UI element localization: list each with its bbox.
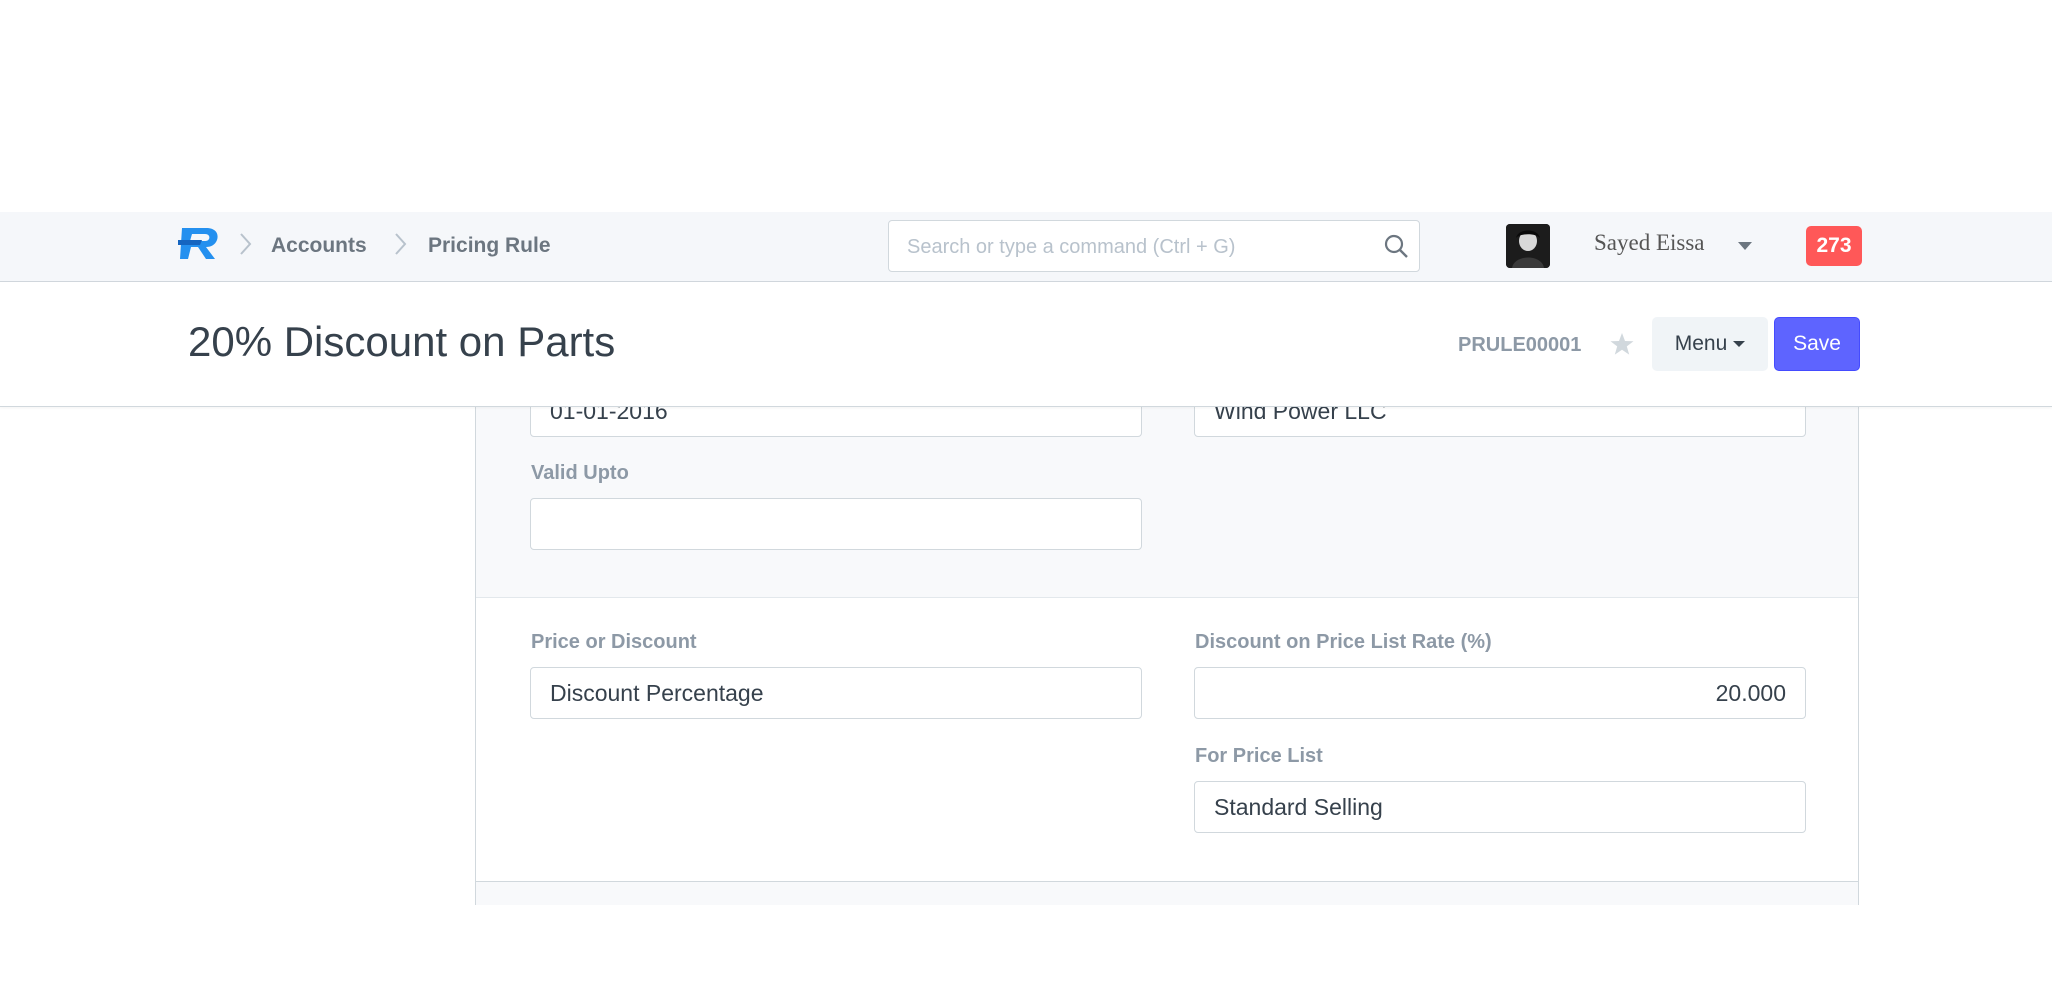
- avatar-image: [1506, 224, 1550, 268]
- breadcrumb-pricing-rule[interactable]: Pricing Rule: [428, 234, 551, 258]
- form-section-price: Price or Discount Discount on Price List…: [476, 597, 1858, 882]
- page-head: 20% Discount on Parts PRULE00001 Menu Sa…: [0, 282, 2052, 407]
- breadcrumb-chevron-icon: [240, 233, 252, 255]
- user-name[interactable]: Sayed Eissa: [1594, 230, 1705, 256]
- form-section-validity: Valid Upto: [476, 407, 1858, 598]
- discount-rate-label: Discount on Price List Rate (%): [1195, 631, 1492, 653]
- app-logo-icon[interactable]: [178, 225, 222, 261]
- search-icon[interactable]: [1383, 233, 1409, 259]
- navbar: Accounts Pricing Rule Sayed Eissa 273: [0, 212, 2052, 282]
- for-price-list-label: For Price List: [1195, 745, 1323, 767]
- top-whitespace: [0, 0, 2052, 212]
- party-field[interactable]: [1194, 407, 1806, 437]
- document-id: PRULE00001: [1458, 334, 1582, 356]
- menu-button-label: Menu: [1674, 332, 1728, 355]
- user-avatar[interactable]: [1506, 224, 1550, 268]
- star-icon[interactable]: [1609, 331, 1635, 357]
- save-button[interactable]: Save: [1774, 317, 1860, 371]
- notification-badge[interactable]: 273: [1806, 226, 1862, 266]
- page-title: 20% Discount on Parts: [188, 318, 616, 365]
- for-price-list-field[interactable]: [1194, 781, 1806, 833]
- form-card: Valid Upto Price or Discount Discount on…: [475, 407, 1859, 905]
- price-or-discount-field[interactable]: [530, 667, 1142, 719]
- breadcrumb-chevron-icon: [395, 233, 407, 255]
- valid-upto-field[interactable]: [530, 498, 1142, 550]
- breadcrumb-accounts[interactable]: Accounts: [271, 234, 367, 258]
- price-or-discount-label: Price or Discount: [531, 631, 697, 653]
- valid-from-field[interactable]: [530, 407, 1142, 437]
- form-section-next: [476, 882, 1858, 905]
- menu-button[interactable]: Menu: [1652, 317, 1768, 371]
- caret-down-icon: [1733, 341, 1746, 348]
- valid-upto-label: Valid Upto: [531, 462, 629, 484]
- search-input[interactable]: [905, 221, 1369, 273]
- search-box[interactable]: [888, 220, 1420, 273]
- caret-down-icon[interactable]: [1738, 242, 1752, 250]
- discount-rate-field[interactable]: [1194, 667, 1806, 719]
